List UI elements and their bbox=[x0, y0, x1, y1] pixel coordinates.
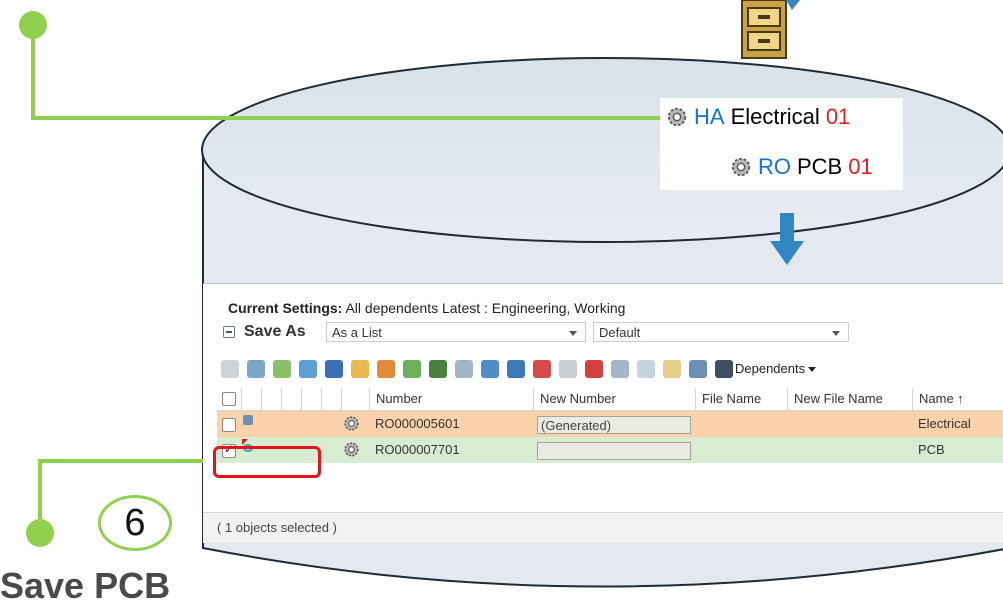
part-hierarchy: HA Electrical 01 RO PCB 01 bbox=[660, 98, 903, 190]
selection-highlight bbox=[213, 446, 321, 478]
collect-icon[interactable] bbox=[247, 360, 265, 378]
child-revision: 01 bbox=[848, 154, 873, 179]
column-header-blank bbox=[321, 388, 341, 410]
column-header-number[interactable]: Number bbox=[369, 388, 533, 410]
current-settings: Current Settings: All dependents Latest … bbox=[228, 300, 625, 316]
list-icon[interactable] bbox=[611, 360, 629, 378]
exclude-icon[interactable] bbox=[585, 360, 603, 378]
gear-icon bbox=[731, 157, 751, 177]
new-number-input[interactable] bbox=[537, 442, 691, 460]
column-header-blank bbox=[281, 388, 301, 410]
insert-new-icon[interactable] bbox=[299, 360, 317, 378]
child-prefix: RO bbox=[758, 154, 791, 179]
step-number-badge: 6 bbox=[98, 495, 172, 551]
link-icon[interactable] bbox=[689, 360, 707, 378]
select-all-checkbox[interactable] bbox=[222, 392, 236, 406]
dependents-dropdown[interactable]: Dependents bbox=[735, 361, 817, 376]
column-header-blank bbox=[241, 388, 261, 410]
gear-icon bbox=[344, 442, 359, 457]
structure-icon[interactable] bbox=[637, 360, 655, 378]
chevron-down-icon bbox=[832, 331, 840, 336]
toolbar: Dependents bbox=[221, 357, 1003, 383]
blank-icon[interactable] bbox=[559, 360, 577, 378]
chevron-down-icon bbox=[808, 367, 817, 373]
filing-cabinet-icon bbox=[741, 0, 800, 59]
child-name: PCB bbox=[797, 154, 843, 179]
settings-label: Current Settings: bbox=[228, 300, 343, 316]
tree-node-child[interactable]: RO PCB 01 bbox=[730, 154, 873, 180]
save-as-panel: Current Settings: All dependents Latest … bbox=[203, 283, 1003, 543]
step-caption: Save PCB bbox=[0, 565, 171, 606]
table-header: Number New Number File Name New File Nam… bbox=[217, 388, 1003, 411]
dependents-label: Dependents bbox=[735, 361, 806, 376]
view-select-value: Default bbox=[599, 325, 641, 340]
selection-footer: ( 1 objects selected ) bbox=[203, 512, 1003, 543]
save-as-row: Save As bbox=[223, 321, 314, 343]
column-header-new-file-name[interactable]: New File Name bbox=[787, 388, 912, 410]
structure-icon bbox=[243, 415, 253, 425]
rename-icon[interactable] bbox=[325, 360, 343, 378]
column-header-name[interactable]: Name ↑ bbox=[912, 388, 1003, 410]
folder-icon[interactable] bbox=[663, 360, 681, 378]
table-row[interactable]: RO000005601 (Generated) Electrical bbox=[217, 411, 1003, 437]
edit-attributes-icon[interactable] bbox=[455, 360, 473, 378]
row-number: RO000007701 bbox=[375, 442, 460, 457]
gear-icon bbox=[667, 107, 687, 127]
column-header-blank bbox=[301, 388, 321, 410]
column-header-new-number[interactable]: New Number bbox=[533, 388, 695, 410]
table-icon[interactable] bbox=[429, 360, 447, 378]
gear-icon bbox=[344, 416, 359, 431]
settings-value: All dependents Latest : Engineering, Wor… bbox=[345, 300, 626, 316]
selection-count: ( 1 objects selected ) bbox=[217, 520, 337, 535]
chevron-down-icon bbox=[569, 331, 577, 336]
row-name: Electrical bbox=[918, 416, 971, 431]
collapse-icon[interactable] bbox=[223, 326, 235, 338]
move-down-icon[interactable] bbox=[507, 360, 525, 378]
row-checkbox[interactable] bbox=[222, 418, 236, 432]
column-header-blank bbox=[341, 388, 369, 410]
parent-revision: 01 bbox=[825, 104, 851, 129]
set-location-icon[interactable] bbox=[377, 360, 395, 378]
move-up-icon[interactable] bbox=[481, 360, 499, 378]
parent-prefix: HA bbox=[694, 104, 725, 129]
connector-dot-bottom bbox=[26, 519, 54, 547]
refresh-icon[interactable] bbox=[715, 360, 733, 378]
save-as-select[interactable]: As a List bbox=[326, 322, 586, 342]
new-document-icon[interactable] bbox=[351, 360, 369, 378]
remove-icon[interactable] bbox=[533, 360, 551, 378]
insert-existing-icon[interactable] bbox=[273, 360, 291, 378]
revise-icon[interactable] bbox=[403, 360, 421, 378]
column-header-file-name[interactable]: File Name bbox=[695, 388, 787, 410]
column-header-blank bbox=[261, 388, 281, 410]
save-as-select-value: As a List bbox=[332, 325, 382, 340]
parent-name: Electrical bbox=[730, 104, 820, 129]
gear-add-icon[interactable] bbox=[221, 360, 239, 378]
table-row[interactable]: RO000007701 PCB bbox=[217, 437, 1003, 463]
tree-node-parent[interactable]: HA Electrical 01 bbox=[666, 104, 850, 130]
save-as-label: Save As bbox=[244, 323, 306, 340]
view-select[interactable]: Default bbox=[593, 322, 849, 342]
row-name: PCB bbox=[918, 442, 945, 457]
new-number-input[interactable]: (Generated) bbox=[537, 416, 691, 434]
row-number: RO000005601 bbox=[375, 416, 460, 431]
